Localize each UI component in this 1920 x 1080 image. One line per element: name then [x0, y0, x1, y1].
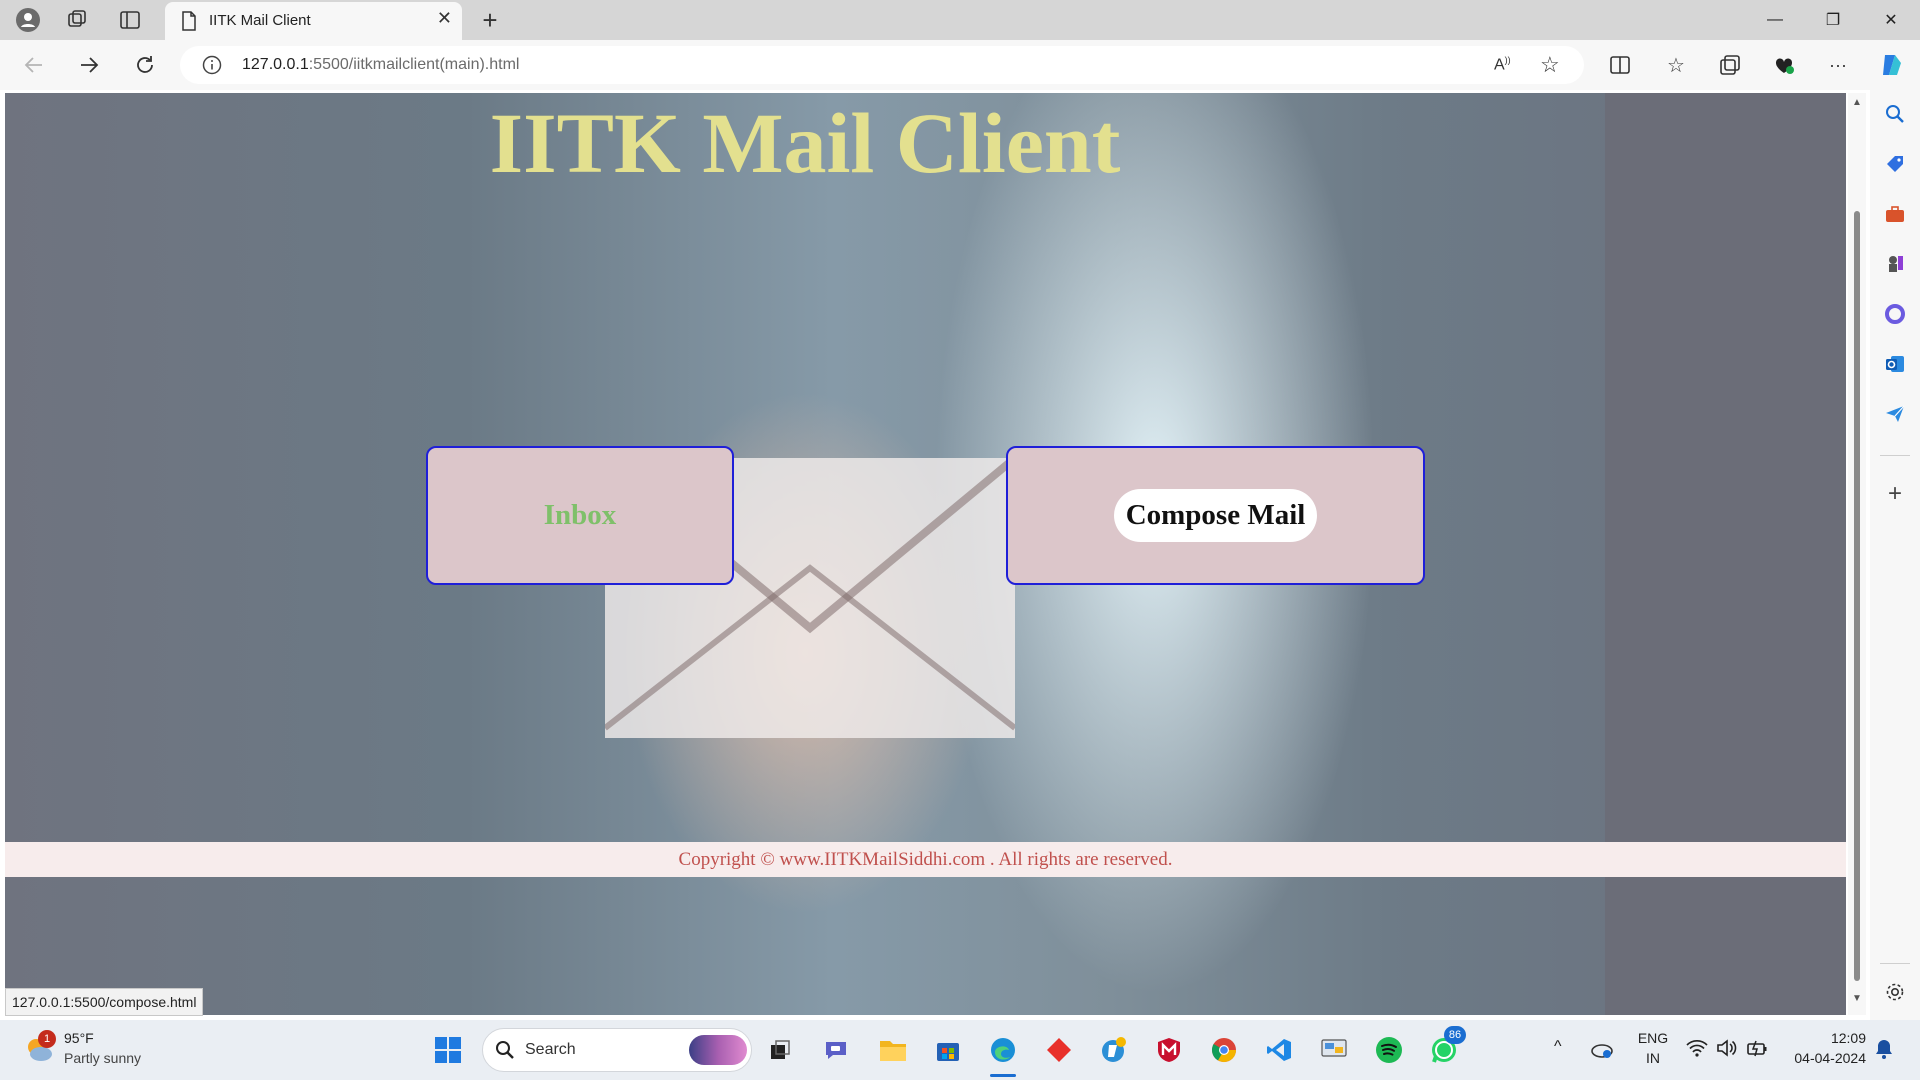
- inbox-link[interactable]: Inbox: [544, 499, 617, 532]
- scroll-up-arrow-icon[interactable]: ▲: [1852, 97, 1862, 108]
- red-diamond-app-icon[interactable]: [1043, 1034, 1075, 1066]
- page-viewport: IITK Mail Client Inbox Compose Mail Copy…: [5, 93, 1846, 1015]
- input-language-eng[interactable]: ENG: [1636, 1030, 1670, 1046]
- link-status-tooltip: 127.0.0.1:5500/compose.html: [5, 988, 204, 1016]
- scroll-down-arrow-icon[interactable]: ▼: [1852, 993, 1862, 1004]
- compose-mail-button[interactable]: Compose Mail: [1113, 489, 1318, 542]
- navigation-bar: 127.0.0.1:5500/iitkmailclient(main).html…: [0, 40, 1920, 90]
- tab-close-icon[interactable]: ✕: [437, 8, 452, 29]
- tab-actions-icon[interactable]: [114, 4, 146, 36]
- tab-title: IITK Mail Client: [209, 12, 311, 29]
- edge-sidebar: +: [1870, 90, 1920, 1020]
- back-icon[interactable]: [18, 49, 50, 81]
- spotify-icon[interactable]: [1373, 1034, 1405, 1066]
- page-title: IITK Mail Client: [489, 95, 1121, 191]
- tab-strip: IITK Mail Client ✕ + — ❐ ✕: [0, 0, 1920, 40]
- browser-essentials-icon[interactable]: [1768, 49, 1800, 81]
- site-info-icon[interactable]: [202, 55, 222, 80]
- show-hidden-icons-chevron-icon[interactable]: ^: [1554, 1038, 1562, 1056]
- copilot-icon[interactable]: [1876, 49, 1908, 81]
- remote-desktop-icon[interactable]: [1318, 1034, 1350, 1066]
- sidebar-settings-gear-icon[interactable]: [1881, 978, 1909, 1006]
- settings-more-icon[interactable]: ···: [1822, 49, 1854, 81]
- wifi-icon[interactable]: [1686, 1038, 1708, 1063]
- task-view-icon[interactable]: [764, 1034, 796, 1066]
- profile-icon[interactable]: [12, 4, 44, 36]
- microsoft-store-icon[interactable]: [932, 1034, 964, 1066]
- page-document-icon: [181, 11, 197, 36]
- page-scrollbar[interactable]: ▲ ▼: [1848, 93, 1866, 1015]
- whatsapp-icon[interactable]: 86: [1428, 1026, 1466, 1066]
- vscode-icon[interactable]: [1263, 1034, 1295, 1066]
- refresh-icon[interactable]: [129, 49, 161, 81]
- restore-button[interactable]: ❐: [1804, 0, 1862, 40]
- battery-charging-icon[interactable]: [1746, 1038, 1768, 1063]
- search-highlight-image: [689, 1035, 747, 1065]
- edge-browser-icon[interactable]: [987, 1034, 1019, 1066]
- windows-start-icon[interactable]: [432, 1034, 464, 1066]
- notification-bell-icon[interactable]: [1874, 1038, 1894, 1065]
- url-host: 127.0.0.1: [242, 56, 309, 73]
- python-ide-icon[interactable]: [1098, 1034, 1130, 1066]
- whatsapp-unread-badge: 86: [1444, 1026, 1466, 1044]
- edge-active-indicator: [990, 1074, 1016, 1077]
- microsoft-365-icon[interactable]: [1881, 300, 1909, 328]
- send-plane-icon[interactable]: [1881, 400, 1909, 428]
- inbox-panel[interactable]: Inbox: [426, 446, 734, 585]
- window-controls: — ❐ ✕: [1746, 0, 1920, 40]
- favorites-icon[interactable]: ☆: [1660, 49, 1692, 81]
- url-text[interactable]: 127.0.0.1:5500/iitkmailclient(main).html: [242, 56, 519, 74]
- shopping-tag-icon[interactable]: [1881, 150, 1909, 178]
- add-sidebar-app-icon[interactable]: +: [1881, 480, 1909, 508]
- taskbar-search-icon: [495, 1040, 515, 1065]
- scrollbar-thumb[interactable]: [1854, 211, 1860, 981]
- chrome-icon[interactable]: [1208, 1034, 1240, 1066]
- windows-taskbar: 1 95°F Partly sunny Search 86 ^ ENG IN 1…: [0, 1020, 1920, 1080]
- clock-date[interactable]: 04-04-2024: [1776, 1050, 1866, 1066]
- workspaces-icon[interactable]: [61, 4, 93, 36]
- taskbar-search-box[interactable]: Search: [482, 1028, 752, 1072]
- copyright-footer: Copyright © www.IITKMailSiddhi.com . All…: [5, 842, 1846, 877]
- new-tab-button[interactable]: +: [474, 4, 506, 36]
- taskbar-search-label: Search: [525, 1041, 576, 1058]
- mcafee-icon[interactable]: [1153, 1034, 1185, 1066]
- tab-iitk-mail-client[interactable]: IITK Mail Client ✕: [165, 2, 462, 40]
- read-aloud-icon[interactable]: A)): [1494, 55, 1511, 74]
- sidebar-divider: [1880, 455, 1910, 456]
- weather-icon[interactable]: 1: [22, 1030, 56, 1066]
- input-language-region[interactable]: IN: [1636, 1050, 1670, 1066]
- tools-briefcase-icon[interactable]: [1881, 200, 1909, 228]
- minimize-button[interactable]: —: [1746, 0, 1804, 40]
- forward-icon[interactable]: [73, 49, 105, 81]
- games-chess-icon[interactable]: [1881, 250, 1909, 278]
- search-icon[interactable]: [1881, 100, 1909, 128]
- teams-chat-icon[interactable]: [820, 1034, 852, 1066]
- compose-mail-panel[interactable]: Compose Mail: [1006, 446, 1425, 585]
- collections-icon[interactable]: [1714, 49, 1746, 81]
- outlook-icon[interactable]: [1881, 350, 1909, 378]
- file-explorer-icon[interactable]: [877, 1034, 909, 1066]
- address-bar[interactable]: 127.0.0.1:5500/iitkmailclient(main).html…: [180, 46, 1584, 84]
- close-window-button[interactable]: ✕: [1862, 0, 1920, 40]
- sidebar-divider: [1880, 963, 1910, 964]
- split-screen-icon[interactable]: [1604, 49, 1636, 81]
- favorite-star-icon[interactable]: ☆: [1540, 52, 1560, 78]
- volume-icon[interactable]: [1716, 1038, 1738, 1063]
- weather-condition[interactable]: Partly sunny: [64, 1050, 141, 1066]
- weather-temp[interactable]: 95°F: [64, 1030, 94, 1046]
- clock-time[interactable]: 12:09: [1786, 1030, 1866, 1046]
- onedrive-status-icon[interactable]: [1590, 1038, 1614, 1065]
- url-path: :5500/iitkmailclient(main).html: [308, 56, 520, 73]
- weather-alert-badge: 1: [38, 1030, 56, 1048]
